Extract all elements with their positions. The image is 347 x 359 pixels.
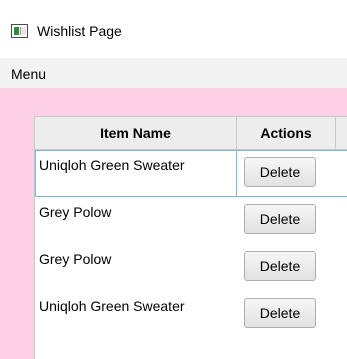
actions-cell: Delete	[237, 244, 336, 291]
delete-button[interactable]: Delete	[244, 298, 316, 328]
menu-bar: Menu	[0, 58, 347, 88]
table-row[interactable]: Uniqloh Green Sweater Delete	[35, 150, 347, 197]
item-name-cell: Uniqloh Green Sweater	[39, 298, 185, 314]
title-bar: Wishlist Page	[0, 0, 347, 58]
actions-cell: Delete	[237, 150, 336, 197]
actions-cell: Delete	[237, 291, 336, 338]
delete-button[interactable]: Delete	[244, 251, 316, 281]
table-row[interactable]: Grey Polow Delete	[35, 197, 347, 244]
table-header: Item Name Actions	[35, 117, 347, 150]
item-name-cell: Grey Polow	[39, 251, 112, 267]
actions-cell: Delete	[237, 197, 336, 244]
table-row[interactable]: Grey Polow Delete	[35, 244, 347, 291]
window-title: Wishlist Page	[37, 23, 122, 39]
wishlist-table: Item Name Actions Uniqloh Green Sweater …	[34, 116, 347, 359]
delete-button[interactable]: Delete	[244, 157, 316, 187]
item-name-cell: Uniqloh Green Sweater	[35, 150, 237, 197]
wishlist-window: Wishlist Page Menu Item Name Actions Uni…	[0, 0, 347, 359]
delete-button[interactable]: Delete	[244, 204, 316, 234]
table-row[interactable]: Uniqloh Green Sweater Delete	[35, 291, 347, 338]
content-area: Item Name Actions Uniqloh Green Sweater …	[0, 88, 347, 359]
menu-button[interactable]: Menu	[11, 65, 46, 83]
app-window-icon	[11, 24, 28, 38]
item-name-cell: Grey Polow	[39, 204, 112, 220]
column-header-item-name[interactable]: Item Name	[35, 117, 237, 149]
column-header-actions[interactable]: Actions	[237, 117, 336, 149]
